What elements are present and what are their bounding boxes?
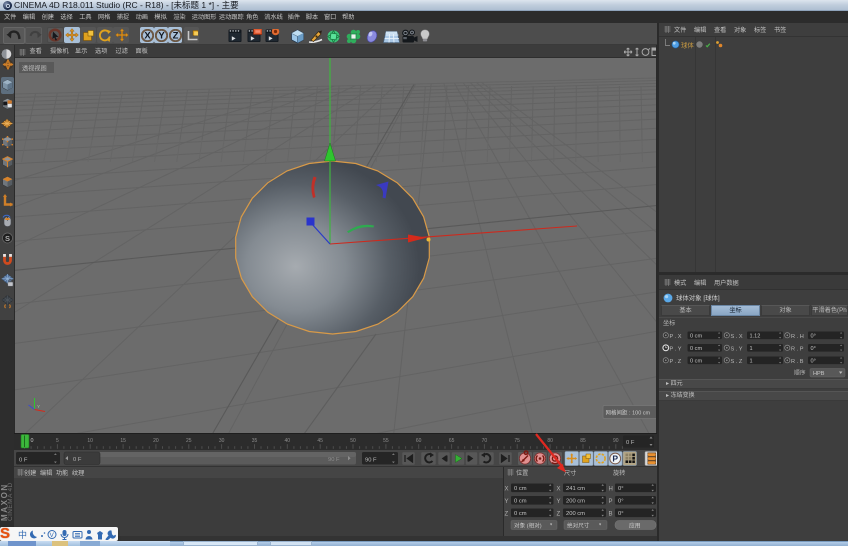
svg-text:55: 55 [383, 438, 389, 444]
svg-text:0 cm: 0 cm [514, 511, 527, 517]
svg-text:1: 1 [750, 358, 753, 364]
svg-text:0: 0 [31, 438, 34, 444]
svg-text:20: 20 [153, 438, 159, 444]
svg-text:HPB: HPB [813, 371, 825, 377]
svg-text:90 F: 90 F [365, 458, 377, 464]
svg-text:65: 65 [449, 438, 455, 444]
svg-text:R . P: R . P [791, 346, 804, 352]
svg-text:60: 60 [416, 438, 422, 444]
svg-text:70: 70 [482, 438, 488, 444]
svg-text:X: X [144, 30, 151, 41]
svg-text:90 F: 90 F [328, 457, 340, 463]
svg-text:25: 25 [186, 438, 192, 444]
svg-text:H: H [609, 487, 613, 493]
svg-text:应用: 应用 [629, 521, 641, 529]
svg-text:B: B [609, 512, 613, 518]
svg-text:0°: 0° [811, 333, 816, 339]
svg-text:R . H: R . H [791, 334, 804, 340]
svg-text:241 cm: 241 cm [566, 486, 585, 492]
svg-text:0°: 0° [811, 346, 816, 352]
svg-text:Y: Y [37, 404, 40, 409]
svg-text:15: 15 [120, 438, 126, 444]
svg-text:1: 1 [750, 346, 753, 352]
svg-text:0°: 0° [618, 511, 624, 517]
svg-text:Z: Z [505, 512, 509, 518]
svg-text:S . X: S . X [731, 334, 743, 340]
svg-text:200 cm: 200 cm [566, 499, 585, 505]
svg-text:0 cm: 0 cm [690, 346, 702, 352]
svg-text:0°: 0° [618, 499, 624, 505]
svg-text:0 cm: 0 cm [514, 499, 527, 505]
svg-text:0°: 0° [618, 486, 624, 492]
svg-text:Z: Z [172, 30, 178, 41]
svg-text:10: 10 [87, 438, 93, 444]
svg-text:P . X: P . X [670, 334, 682, 340]
svg-text:S . Z: S . Z [731, 359, 743, 365]
svg-text:R . B: R . B [791, 359, 804, 365]
svg-text:1.12: 1.12 [750, 333, 761, 339]
svg-text:P: P [612, 454, 618, 464]
svg-text:P . Z: P . Z [670, 359, 682, 365]
svg-text:0°: 0° [811, 358, 816, 364]
svg-text:P . Y: P . Y [670, 346, 682, 352]
svg-text:顺序: 顺序 [794, 369, 806, 377]
svg-text:X: X [505, 487, 509, 493]
svg-text:0 F: 0 F [626, 440, 635, 446]
svg-text:球体: 球体 [681, 41, 694, 50]
svg-text:0 cm: 0 cm [690, 333, 702, 339]
svg-text:0 cm: 0 cm [690, 358, 702, 364]
svg-text:200 cm: 200 cm [566, 511, 585, 517]
svg-text:50: 50 [350, 438, 356, 444]
svg-text:对象 (相对): 对象 (相对) [514, 521, 542, 529]
svg-text:0 F: 0 F [73, 457, 82, 463]
svg-text:Z: Z [557, 512, 561, 518]
svg-text:45: 45 [317, 438, 323, 444]
svg-text:S: S [4, 234, 9, 243]
svg-text:Y: Y [557, 499, 561, 505]
svg-text:Y: Y [158, 30, 165, 41]
svg-text:X: X [557, 487, 561, 493]
svg-text:V: V [50, 532, 55, 539]
svg-text:35: 35 [252, 438, 258, 444]
svg-text:0 cm: 0 cm [514, 486, 527, 492]
svg-text:网格间距 : 100 cm: 网格间距 : 100 cm [606, 409, 651, 417]
svg-text:90: 90 [613, 438, 619, 444]
svg-text:Y: Y [505, 499, 509, 505]
svg-text:5: 5 [56, 438, 59, 444]
svg-text:40: 40 [285, 438, 291, 444]
svg-text:0 F: 0 F [19, 458, 28, 464]
svg-text:中: 中 [18, 529, 27, 540]
svg-text:绝对尺寸: 绝对尺寸 [567, 521, 590, 529]
svg-text:30: 30 [219, 438, 225, 444]
svg-text:透视视图: 透视视图 [22, 65, 47, 73]
svg-text:P: P [609, 499, 613, 505]
svg-text:S . Y: S . Y [731, 346, 743, 352]
